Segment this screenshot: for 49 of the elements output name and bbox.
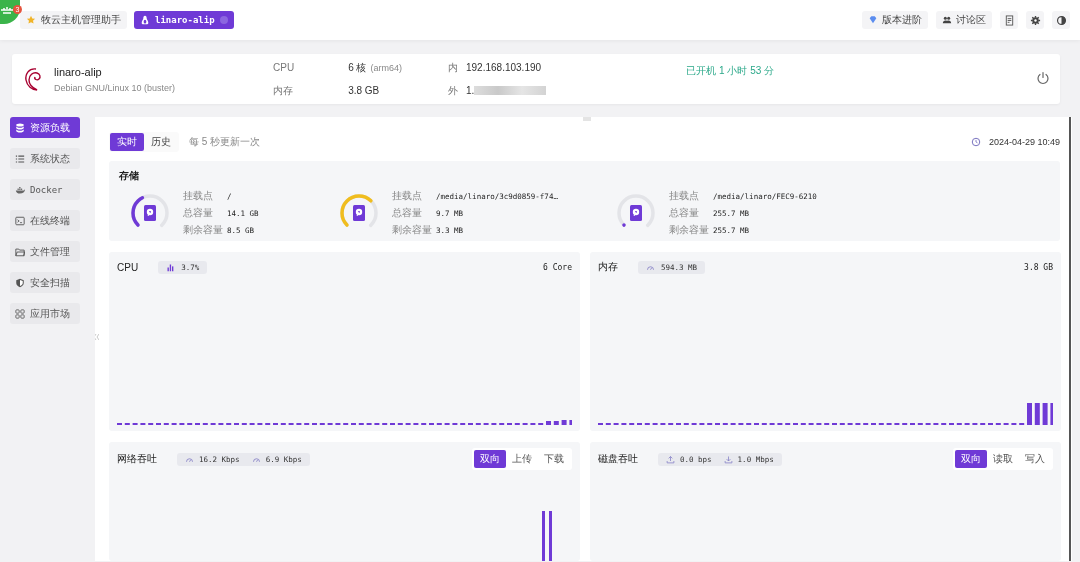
- wan-ip: 1.: [466, 85, 475, 96]
- cpu-cores: 6 核: [348, 60, 367, 75]
- mode-tab[interactable]: 双向: [955, 450, 987, 468]
- cpu-label: CPU: [273, 62, 296, 73]
- chart-title: CPU: [117, 261, 139, 273]
- field-label: 剩余容量: [183, 223, 224, 237]
- uptime-text: 已开机 1 小时 53 分: [686, 64, 775, 78]
- mode-tab[interactable]: 双向: [474, 450, 506, 468]
- sidebar-item[interactable]: 在线终端: [10, 210, 80, 231]
- mode-tab[interactable]: 写入: [1019, 450, 1051, 468]
- sidebar-item[interactable]: 安全扫描: [10, 272, 80, 293]
- field-label: 挂载点: [669, 189, 700, 203]
- field-label: 总容量: [669, 206, 700, 220]
- toolbar-button[interactable]: 讨论区: [936, 11, 992, 29]
- mode-tab[interactable]: 下载: [538, 450, 570, 468]
- mode-tab[interactable]: 读取: [987, 450, 1019, 468]
- host-name: linaro-alip: [54, 65, 103, 78]
- os-version: Debian GNU/Linux 10 (buster): [54, 82, 176, 93]
- field-label: 挂载点: [183, 189, 214, 203]
- field-label: 挂载点: [392, 189, 423, 203]
- cpu-arch: (arm64): [370, 62, 402, 73]
- sidebar-item[interactable]: 文件管理: [10, 241, 80, 262]
- sidebar-item[interactable]: 资源负载: [10, 117, 80, 138]
- total-value: 6 Core: [543, 262, 572, 272]
- sidebar-item[interactable]: 应用市场: [10, 303, 80, 324]
- chart-title: 磁盘吞吐: [598, 452, 638, 466]
- chart-title: 网络吞吐: [117, 452, 157, 466]
- field-label: 剩余容量: [669, 223, 710, 237]
- field-label: 总容量: [183, 206, 214, 220]
- sidebar-item[interactable]: Docker: [10, 179, 80, 200]
- mode-tab[interactable]: 上传: [506, 450, 538, 468]
- sidebar-item[interactable]: 系统状态: [10, 148, 80, 169]
- view-tab[interactable]: 历史: [144, 133, 178, 151]
- lan-ip: 192.168.103.190: [466, 62, 543, 73]
- timestamp: 2024-04-29 10:49: [988, 137, 1060, 147]
- toolbar-button[interactable]: 版本进阶: [862, 11, 928, 29]
- field-label: 剩余容量: [392, 223, 433, 237]
- refresh-note: 每 5 秒更新一次: [189, 135, 261, 149]
- memory-value: 3.8 GB: [348, 85, 381, 96]
- field-label: 总容量: [392, 206, 423, 220]
- wan-label: 外: [448, 83, 458, 98]
- lan-label: 内: [448, 60, 458, 75]
- chart-title: 内存: [598, 260, 618, 274]
- tab[interactable]: 牧云主机管理助手: [20, 11, 127, 29]
- total-value: 3.8 GB: [1024, 262, 1053, 272]
- memory-label: 内存: [273, 83, 294, 98]
- active-tab[interactable]: linaro-alip: [134, 11, 234, 29]
- view-tab[interactable]: 实时: [110, 133, 144, 151]
- section-title: 存储: [119, 169, 140, 183]
